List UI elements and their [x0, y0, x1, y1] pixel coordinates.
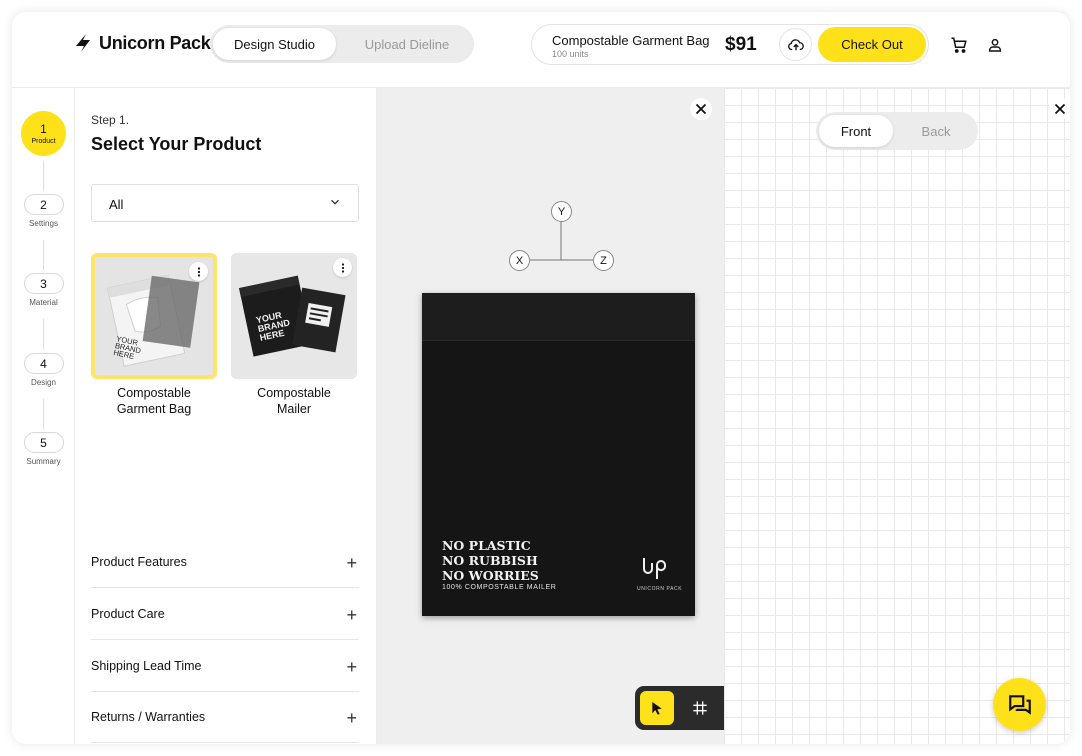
close-design-button[interactable]: [1049, 98, 1070, 120]
plus-icon: +: [346, 553, 357, 573]
tab-back[interactable]: Back: [898, 115, 974, 147]
more-vertical-icon: [197, 266, 200, 277]
app-window: Unicorn Pack Design Studio Upload Dielin…: [12, 12, 1070, 744]
close-icon: [1054, 103, 1066, 115]
card-menu-button[interactable]: [189, 262, 208, 281]
more-vertical-icon: [341, 262, 344, 273]
account-button[interactable]: [985, 35, 1005, 55]
product-name: Compostable Garment Bag: [552, 33, 710, 48]
cart-button[interactable]: [949, 35, 969, 55]
unicorn-pack-mark-icon: [643, 558, 667, 579]
product-card-label: Compostable Mailer: [219, 385, 369, 417]
step-indicator: Step 1.: [91, 113, 130, 127]
accordion-returns-warranties[interactable]: Returns / Warranties +: [91, 691, 359, 743]
bag-print-text: NO PLASTIC NO RUBBISH NO WORRIES: [442, 538, 539, 583]
bag-print-line: NO WORRIES: [442, 568, 539, 583]
step-number: 5: [23, 432, 64, 453]
select-tool-button[interactable]: [640, 691, 674, 725]
axis-x-handle[interactable]: X: [509, 250, 530, 271]
side-switch: Front Back: [816, 112, 978, 150]
step-connector: [43, 319, 44, 349]
bag-flap: [422, 293, 695, 341]
step-label: Design: [31, 378, 56, 387]
chat-icon: [1008, 694, 1031, 715]
axis-y-handle[interactable]: Y: [551, 201, 572, 222]
product-summary: Compostable Garment Bag 100 units $91 Ch…: [531, 24, 929, 65]
bag-print-line: NO PLASTIC: [442, 538, 531, 553]
accordion-product-features[interactable]: Product Features +: [91, 536, 359, 588]
product-price: $91: [725, 34, 757, 55]
product-units: 100 units: [552, 49, 589, 59]
panel-title: Select Your Product: [91, 134, 262, 154]
unicorn-pack-logo-icon: [76, 34, 90, 52]
step-number: 1: [40, 122, 47, 136]
axis-z-handle[interactable]: Z: [593, 250, 614, 271]
user-icon: [988, 38, 1002, 52]
product-card-garment-bag[interactable]: YOUR BRAND HERE: [91, 253, 217, 379]
product-panel: Step 1. Select Your Product All YOUR BRA…: [75, 88, 377, 744]
cloud-upload-icon: [787, 38, 804, 50]
pointer-icon: [652, 702, 662, 715]
accordion-label: Shipping Lead Time: [91, 659, 202, 673]
bag-print-line: NO RUBBISH: [442, 553, 538, 568]
step-sidebar: 1 Product 2 Settings 3 Material 4 Design…: [12, 88, 75, 744]
step-3-material[interactable]: 3 Material: [12, 273, 75, 307]
step-label: Settings: [29, 219, 58, 228]
accordion-label: Product Features: [91, 555, 187, 569]
plus-icon: +: [346, 657, 357, 677]
product-label-line: Compostable: [117, 386, 191, 400]
cart-icon: [951, 37, 967, 53]
close-icon: [695, 103, 707, 115]
plus-icon: +: [346, 605, 357, 625]
step-connector: [43, 161, 44, 191]
product-label-line: Garment Bag: [116, 402, 192, 416]
card-menu-button[interactable]: [333, 258, 352, 277]
category-select[interactable]: All: [91, 184, 359, 222]
grid-tool-button[interactable]: [683, 691, 717, 725]
bag-tagline: 100% COMPOSTABLE MAILER: [442, 584, 557, 591]
step-label: Summary: [26, 457, 61, 466]
step-1-product[interactable]: 1 Product: [21, 111, 66, 156]
plus-icon: +: [346, 708, 357, 728]
step-number: 3: [23, 273, 64, 294]
category-select-value: All: [109, 197, 124, 212]
design-grid-area[interactable]: Front Back: [724, 88, 1070, 744]
bag-3d-model[interactable]: NO PLASTIC NO RUBBISH NO WORRIES 100% CO…: [422, 293, 695, 616]
accordion-product-care[interactable]: Product Care +: [91, 588, 359, 640]
checkout-button[interactable]: Check Out: [818, 27, 926, 62]
chat-button[interactable]: [993, 678, 1046, 731]
step-connector: [43, 399, 44, 429]
chevron-down-icon: [331, 199, 339, 205]
logo[interactable]: Unicorn Pack: [72, 32, 211, 54]
preview-canvas[interactable]: Y X Z NO PLASTIC NO RUBBISH NO WORRIES 1…: [377, 88, 812, 744]
step-5-summary[interactable]: 5 Summary: [12, 432, 75, 466]
step-connector: [43, 240, 44, 270]
accordion-shipping-lead-time[interactable]: Shipping Lead Time +: [91, 640, 359, 692]
product-label-line: Compostable: [257, 386, 331, 400]
step-4-design[interactable]: 4 Design: [12, 353, 75, 387]
logo-text: Unicorn Pack: [99, 32, 211, 53]
accordion-label: Returns / Warranties: [91, 710, 206, 724]
step-number: 2: [23, 194, 64, 215]
product-label-line: Mailer: [276, 402, 312, 416]
mode-switch: Design Studio Upload Dieline: [210, 25, 474, 63]
step-2-settings[interactable]: 2 Settings: [12, 194, 75, 228]
step-number: 4: [23, 353, 64, 374]
cloud-upload-button[interactable]: [779, 28, 812, 61]
tab-front[interactable]: Front: [819, 115, 893, 147]
tab-design-studio[interactable]: Design Studio: [213, 28, 336, 60]
close-preview-button[interactable]: [690, 98, 712, 120]
bag-brand-text: UNICORN PACK: [637, 586, 683, 592]
accordion-label: Product Care: [91, 607, 165, 621]
step-label: Material: [29, 298, 58, 307]
top-bar: Unicorn Pack Design Studio Upload Dielin…: [12, 12, 1070, 88]
product-card-mailer[interactable]: YOUR BRAND HERE: [231, 253, 357, 379]
product-card-label: Compostable Garment Bag: [79, 385, 229, 417]
grid-icon: [693, 701, 707, 715]
step-label: Product: [31, 138, 56, 145]
tab-upload-dieline[interactable]: Upload Dieline: [344, 28, 470, 60]
